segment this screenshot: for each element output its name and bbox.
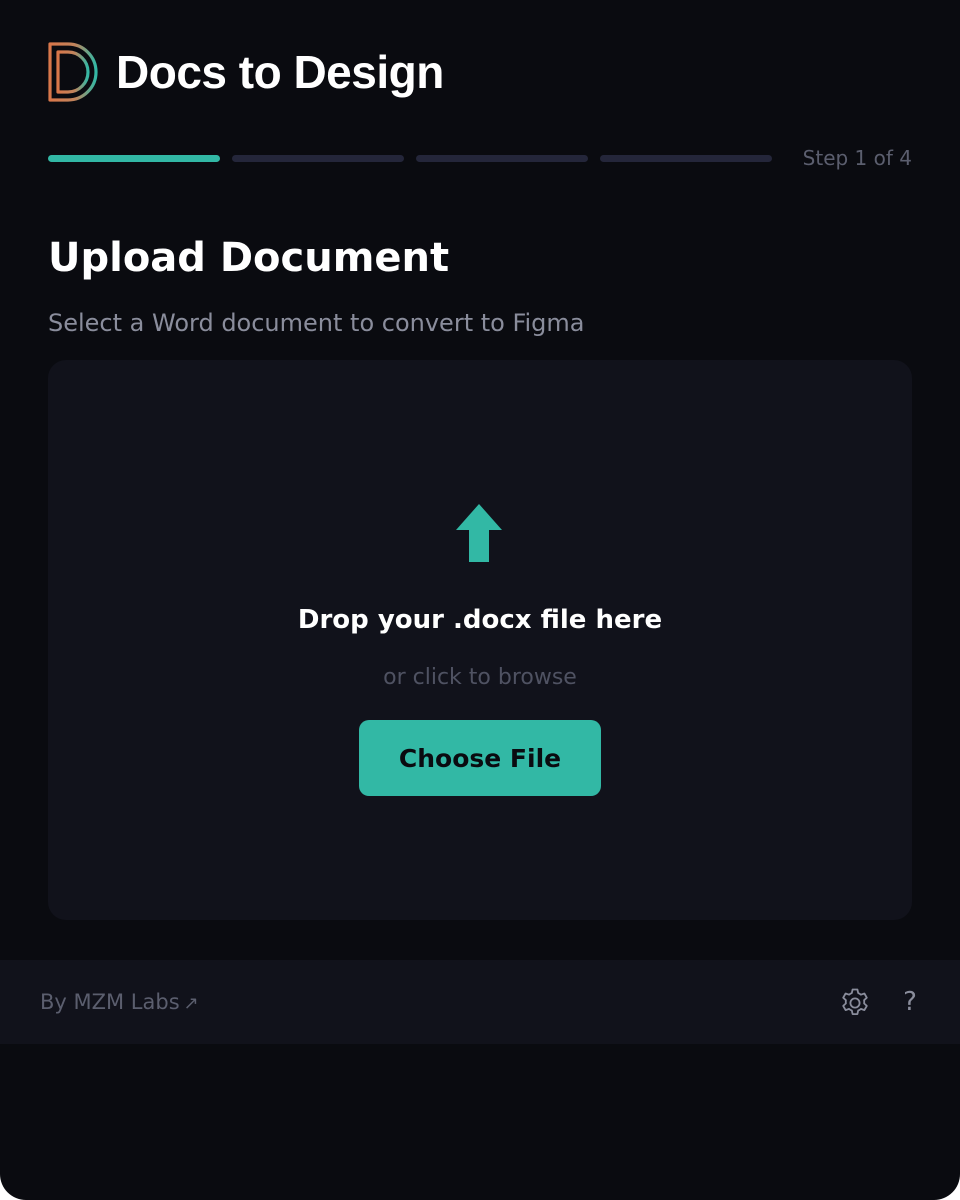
page-subtitle: Select a Word document to convert to Fig… <box>48 309 585 337</box>
external-link-arrow-icon: ↗ <box>183 993 199 1014</box>
dropzone-title: Drop your .docx file here <box>297 605 663 635</box>
credit-label: By MZM Labs <box>40 990 180 1014</box>
help-icon: ? <box>903 987 917 1017</box>
plugin-window: Docs to Design Step 1 of 4 Upload Docume… <box>0 0 960 1200</box>
choose-file-button[interactable]: Choose File <box>359 720 601 796</box>
progress-segment-1 <box>48 154 220 162</box>
settings-button[interactable] <box>838 986 872 1020</box>
file-dropzone[interactable]: Drop your .docx file here or click to br… <box>48 360 912 920</box>
footer-bar: By MZM Labs ↗ ? <box>0 960 960 1044</box>
progress-segment-3 <box>416 154 588 162</box>
docs-to-design-d-logo-icon <box>48 42 98 102</box>
progress-segment-4 <box>600 154 772 162</box>
step-indicator: Step 1 of 4 <box>802 146 912 170</box>
dropzone-subtitle: or click to browse <box>383 665 577 690</box>
help-button[interactable]: ? <box>894 984 926 1020</box>
upload-arrow-icon <box>456 504 502 562</box>
gear-icon <box>842 988 868 1015</box>
page-title: Upload Document <box>48 235 450 281</box>
step-progress: Step 1 of 4 <box>48 146 912 170</box>
app-title: Docs to Design <box>116 46 444 98</box>
mzm-labs-link[interactable]: By MZM Labs ↗ <box>40 986 199 1020</box>
progress-segment-2 <box>232 154 404 162</box>
app-header: Docs to Design <box>48 42 444 102</box>
